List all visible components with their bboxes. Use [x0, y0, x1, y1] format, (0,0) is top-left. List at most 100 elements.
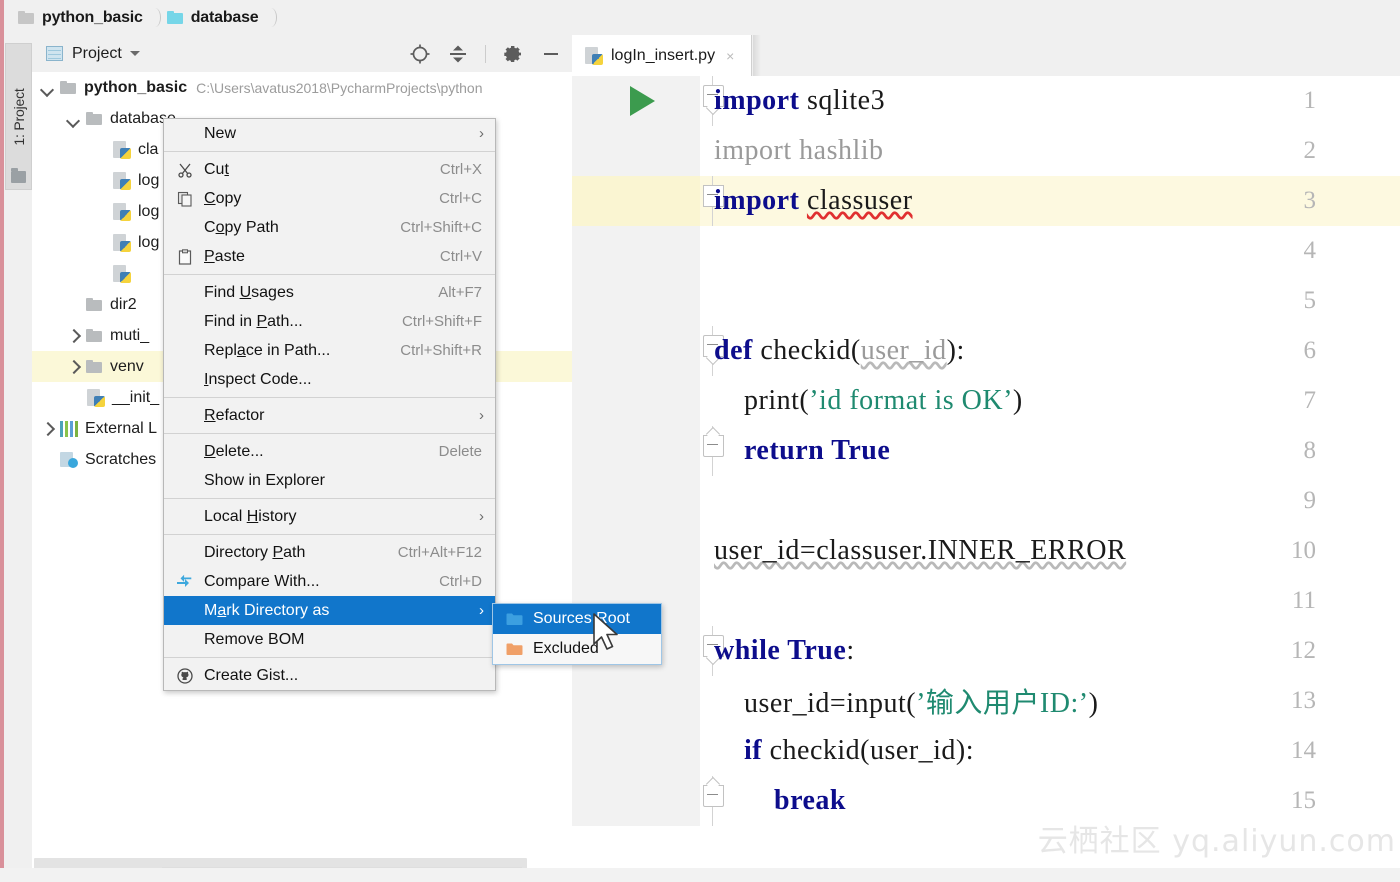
menu-item-remove-bom[interactable]: Remove BOM: [164, 625, 495, 654]
menu-item-cut[interactable]: Cut Ctrl+X: [164, 155, 495, 184]
menu-item-local-history[interactable]: Local History ›: [164, 502, 495, 531]
menu-icon-placeholder: [174, 365, 196, 394]
menu-icon-placeholder: [174, 213, 196, 242]
code-line[interactable]: 13 user_id=input(’输入用户ID:’): [572, 676, 1400, 726]
chevron-right-icon: ›: [479, 508, 484, 525]
chevron-down-icon[interactable]: [66, 111, 81, 126]
editor-gutter: [572, 476, 700, 526]
menu-item-find-usages[interactable]: Find Usages Alt+F7: [164, 278, 495, 307]
chevron-down-icon[interactable]: [129, 51, 140, 56]
python-file-icon: [86, 388, 105, 407]
code-line[interactable]: 14 if checkid(user_id):: [572, 726, 1400, 776]
code-line[interactable]: 11: [572, 576, 1400, 626]
run-script-icon[interactable]: [630, 86, 655, 116]
tree-item-label: External L: [85, 419, 158, 437]
chevron-right-icon[interactable]: [66, 328, 81, 343]
chevron-down-icon[interactable]: [40, 80, 55, 95]
menu-item-replace-in-path[interactable]: Replace in Path... Ctrl+Shift+R: [164, 336, 495, 365]
code-line[interactable]: 2 import hashlib: [572, 126, 1400, 176]
menu-item-create-gist[interactable]: Create Gist...: [164, 661, 495, 690]
line-number: 9: [1303, 487, 1317, 514]
menu-item-copy[interactable]: Copy Ctrl+C: [164, 184, 495, 213]
submenu-item-excluded[interactable]: Excluded: [493, 634, 661, 664]
code-line[interactable]: 6 def checkid(user_id):: [572, 326, 1400, 376]
python-file-icon: [112, 171, 131, 190]
code-token: break: [774, 785, 846, 816]
code-line[interactable]: 7 print(’id format is OK’): [572, 376, 1400, 426]
line-number: 4: [1303, 237, 1317, 264]
gear-icon[interactable]: [502, 43, 524, 65]
project-panel-toolbar: [409, 35, 562, 72]
menu-item-refactor[interactable]: Refactor ›: [164, 401, 495, 430]
menu-separator: [164, 151, 495, 152]
line-number: 8: [1303, 437, 1317, 464]
editor-tab-login-insert[interactable]: logIn_insert.py ×: [572, 35, 752, 76]
code-line[interactable]: 3 import classuser: [572, 176, 1400, 226]
menu-item-paste[interactable]: Paste Ctrl+V: [164, 242, 495, 271]
tree-item-python-basic[interactable]: python_basic C:\Users\avatus2018\PycharmP…: [32, 72, 572, 103]
scratches-icon: [60, 451, 78, 468]
sidebar-item-project-tool-window[interactable]: 1: Project: [5, 43, 32, 190]
tree-item-label: venv: [110, 357, 144, 375]
code-editor[interactable]: 1 import sqlite3 2 import hashlib 3 import cl…: [572, 76, 1400, 882]
code-line[interactable]: 8 return True: [572, 426, 1400, 476]
menu-item-inspect-code[interactable]: Inspect Code...: [164, 365, 495, 394]
mark-directory-as-submenu[interactable]: Sources Root Excluded: [492, 603, 662, 665]
menu-item-label: Local History: [204, 507, 297, 525]
python-file-icon: [112, 264, 131, 283]
code-line[interactable]: 12 while True:: [572, 626, 1400, 676]
code-text: return True: [714, 435, 890, 467]
code-token: import: [714, 185, 807, 216]
minimize-icon[interactable]: [540, 43, 562, 65]
code-text: while True:: [714, 635, 855, 667]
menu-item-shortcut: Ctrl+Shift+C: [400, 219, 482, 236]
menu-item-label: Create Gist...: [204, 666, 299, 684]
menu-item-compare-with[interactable]: Compare With... Ctrl+D: [164, 567, 495, 596]
editor-gutter: [572, 776, 700, 826]
code-token: :: [846, 635, 855, 666]
code-token: ): [1088, 688, 1099, 719]
close-icon[interactable]: ×: [726, 48, 734, 64]
breadcrumb-label: database: [190, 8, 259, 26]
menu-item-delete[interactable]: Delete... Delete: [164, 437, 495, 466]
folder-icon: [60, 80, 77, 95]
chevron-right-icon[interactable]: [40, 421, 55, 436]
menu-item-show-in-explorer[interactable]: Show in Explorer: [164, 466, 495, 495]
chevron-right-icon: ›: [479, 407, 484, 424]
menu-item-shortcut: Alt+F7: [438, 284, 482, 301]
code-line[interactable]: 1 import sqlite3: [572, 76, 1400, 126]
menu-item-directory-path[interactable]: Directory Path Ctrl+Alt+F12: [164, 538, 495, 567]
menu-icon-placeholder: [174, 307, 196, 336]
menu-icon-placeholder: [174, 437, 196, 466]
breadcrumb-item-project[interactable]: python_basic: [14, 5, 147, 31]
chevron-right-icon[interactable]: [66, 359, 81, 374]
menu-item-copy-path[interactable]: Copy Path Ctrl+Shift+C: [164, 213, 495, 242]
code-line[interactable]: 10 user_id=classuser.INNER_ERROR: [572, 526, 1400, 576]
menu-item-shortcut: Ctrl+X: [439, 161, 482, 178]
chevron-right-icon: ›: [479, 602, 484, 619]
fold-column: [698, 276, 728, 326]
editor-gutter: [572, 526, 700, 576]
submenu-item-sources-root[interactable]: Sources Root: [493, 604, 661, 634]
breadcrumb-item-database[interactable]: database: [163, 5, 263, 31]
menu-item-label: Mark Directory as: [204, 601, 330, 619]
code-token: checkid(user_id):: [769, 735, 975, 766]
code-token: ): [1012, 385, 1023, 416]
code-line[interactable]: 5: [572, 276, 1400, 326]
folder-icon: [86, 328, 103, 343]
code-line[interactable]: 9: [572, 476, 1400, 526]
tab-bar-shadow: [753, 35, 761, 76]
file-context-menu[interactable]: New › Cut Ctrl+X Copy Ctrl+C Copy Path Ctrl+Shi…: [163, 118, 496, 691]
menu-icon-placeholder: [174, 625, 196, 654]
menu-item-label: Refactor: [204, 406, 265, 424]
locate-icon[interactable]: [409, 43, 431, 65]
menu-item-label: Inspect Code...: [204, 370, 312, 388]
menu-item-new[interactable]: New ›: [164, 119, 495, 148]
collapse-all-icon[interactable]: [447, 43, 469, 65]
menu-item-find-in-path[interactable]: Find in Path... Ctrl+Shift+F: [164, 307, 495, 336]
code-line[interactable]: 4: [572, 226, 1400, 276]
menu-item-mark-directory-as[interactable]: Mark Directory as ›: [164, 596, 495, 625]
